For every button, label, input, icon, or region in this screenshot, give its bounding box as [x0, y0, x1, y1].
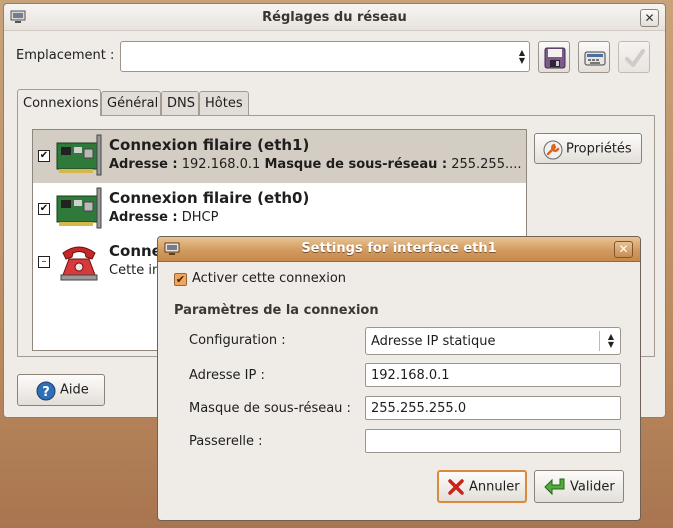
- svg-text:?: ?: [42, 385, 50, 400]
- network-card-icon: [56, 187, 102, 229]
- tab-connexions[interactable]: Connexions: [17, 89, 101, 116]
- connection-name: Connexion filaire (eth1): [109, 136, 310, 154]
- connection-row-eth1[interactable]: ✔ Connexion filaire (eth1) Adresse : 192…: [33, 130, 526, 183]
- connection-row-eth0[interactable]: ✔ Connexion filaire (eth0) Adresse : DHC…: [33, 183, 526, 236]
- save-location-button[interactable]: [538, 41, 570, 73]
- network-card-icon: [56, 134, 102, 176]
- connection-details: Adresse : DHCP: [109, 210, 219, 225]
- configuration-label: Configuration :: [189, 333, 286, 348]
- help-button[interactable]: ? Aide: [17, 374, 105, 406]
- enable-connection-checkbox[interactable]: ✔: [174, 273, 187, 286]
- connection-checkbox[interactable]: ✔: [38, 150, 50, 162]
- subnet-mask-label: Masque de sous-réseau :: [189, 401, 351, 416]
- connection-name: Connexion filaire (eth0): [109, 189, 310, 207]
- dialog-title-bar[interactable]: Settings for interface eth1 ✕: [158, 237, 640, 262]
- help-question-icon: ?: [36, 381, 56, 401]
- title-bar[interactable]: Réglages du réseau ✕: [4, 4, 665, 31]
- connection-details: Adresse : 192.168.0.1 Masque de sous-rés…: [109, 157, 522, 172]
- connection-details: Cette in: [109, 263, 161, 278]
- location-label: Emplacement :: [16, 48, 115, 63]
- apply-location-button[interactable]: [618, 41, 650, 73]
- floppy-save-icon: [544, 47, 566, 69]
- tab-hotes[interactable]: Hôtes: [199, 91, 249, 115]
- wrench-properties-icon: [543, 140, 563, 160]
- close-icon[interactable]: ✕: [614, 241, 633, 258]
- connection-checkbox[interactable]: ✔: [38, 203, 50, 215]
- close-icon[interactable]: ✕: [640, 9, 659, 27]
- configuration-value: Adresse IP statique: [371, 334, 496, 349]
- red-x-icon: [448, 479, 464, 495]
- configuration-combo[interactable]: Adresse IP statique ▲ ▼: [365, 327, 621, 355]
- telephone-modem-icon: [60, 246, 98, 281]
- section-title: Paramètres de la connexion: [174, 303, 379, 318]
- delete-location-button[interactable]: [578, 41, 610, 73]
- properties-button[interactable]: Propriétés: [534, 133, 642, 164]
- interface-settings-dialog: Settings for interface eth1 ✕ ✔ Activer …: [157, 236, 641, 521]
- ip-address-input[interactable]: 192.168.0.1: [365, 363, 621, 387]
- updown-arrow-icon: ▲ ▼: [607, 332, 614, 349]
- connection-checkbox[interactable]: –: [38, 256, 50, 268]
- cancel-button[interactable]: Annuler: [437, 470, 527, 503]
- window-title: Réglages du réseau: [262, 10, 407, 25]
- validate-button[interactable]: Valider: [534, 470, 624, 503]
- dialog-title: Settings for interface eth1: [301, 241, 497, 256]
- location-combo[interactable]: ▲ ▼: [120, 41, 530, 72]
- keyboard-delete-icon: [584, 51, 606, 66]
- cancel-label: Annuler: [469, 479, 520, 494]
- tab-general[interactable]: Général: [101, 91, 161, 115]
- gateway-input[interactable]: [365, 429, 621, 453]
- validate-label: Valider: [570, 479, 615, 494]
- connection-name: Conne: [109, 242, 162, 260]
- subnet-mask-input[interactable]: 255.255.255.0: [365, 396, 621, 420]
- enable-connection-label[interactable]: Activer cette connexion: [192, 271, 346, 286]
- combo-separator: [599, 331, 600, 351]
- ip-address-label: Adresse IP :: [189, 368, 265, 383]
- tab-dns[interactable]: DNS: [161, 91, 199, 115]
- green-arrow-icon: [544, 478, 565, 496]
- checkmark-icon: [625, 49, 645, 67]
- properties-label: Propriétés: [566, 141, 632, 156]
- help-label: Aide: [60, 382, 89, 398]
- updown-arrow-icon: ▲ ▼: [518, 47, 525, 65]
- gateway-label: Passerelle :: [189, 434, 263, 449]
